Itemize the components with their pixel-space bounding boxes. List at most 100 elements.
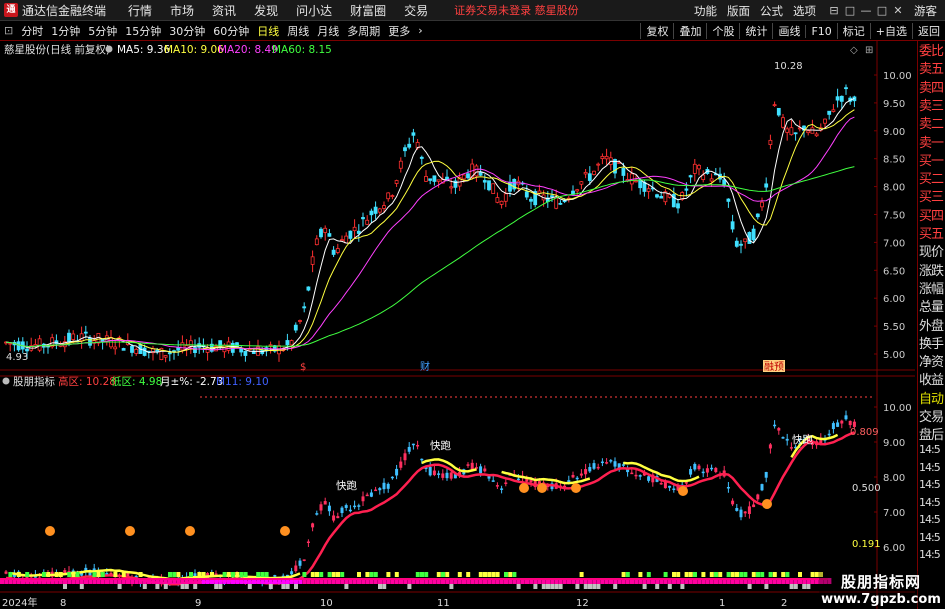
period-more[interactable]: 更多 <box>384 23 414 39</box>
menu-news[interactable]: 资讯 <box>212 2 236 19</box>
side-item[interactable]: 卖四 <box>919 80 945 98</box>
side-item[interactable]: 外盘 <box>919 318 945 336</box>
signal-bar <box>25 572 30 577</box>
ind-candle-body <box>298 560 302 566</box>
user-guest-label[interactable]: 游客 <box>914 3 937 19</box>
marker-margin[interactable]: 融 <box>764 361 774 373</box>
menu-discover[interactable]: 发现 <box>254 2 278 19</box>
side-item[interactable]: 买二 <box>919 171 945 189</box>
side-item[interactable]: 收益 <box>919 372 945 390</box>
menu-market[interactable]: 市场 <box>170 2 194 19</box>
side-item[interactable]: 涨跌 <box>919 263 945 281</box>
side-item[interactable]: 现价 <box>919 244 945 262</box>
side-item[interactable]: 买四 <box>919 208 945 226</box>
menu-options[interactable]: 选项 <box>793 3 816 19</box>
side-item[interactable]: 交易 <box>919 409 945 427</box>
collapse-icon[interactable]: ⊡ <box>0 24 17 37</box>
btn-overlay[interactable]: 叠加 <box>673 23 706 39</box>
window-icon[interactable]: □ <box>842 4 858 17</box>
ind-candle-body <box>630 472 634 475</box>
maximize-icon[interactable]: □ <box>874 4 890 17</box>
close-icon[interactable]: ✕ <box>890 4 906 17</box>
period-30min[interactable]: 30分钟 <box>165 23 209 39</box>
btn-draw[interactable]: 画线 <box>772 23 805 39</box>
signal-bar <box>319 572 324 577</box>
marker-dollar[interactable]: $ <box>300 362 306 373</box>
candle-body <box>596 163 601 166</box>
more-chevron-icon[interactable]: › <box>414 24 426 37</box>
minimize-icon[interactable]: — <box>858 4 874 17</box>
btn-adjust[interactable]: 复权 <box>640 23 673 39</box>
period-multi[interactable]: 多周期 <box>343 23 384 39</box>
btn-add-watch[interactable]: +自选 <box>869 23 912 39</box>
period-1min[interactable]: 1分钟 <box>47 23 84 39</box>
menu-wealth[interactable]: 财富圈 <box>350 2 386 19</box>
side-item[interactable]: 卖一 <box>919 135 945 153</box>
layout-icon[interactable]: ⊟ <box>826 4 842 17</box>
menu-function[interactable]: 功能 <box>694 3 717 19</box>
period-weekly[interactable]: 周线 <box>283 23 313 39</box>
btn-stock[interactable]: 个股 <box>706 23 739 39</box>
period-5min[interactable]: 5分钟 <box>84 23 121 39</box>
signal-bar <box>495 572 500 577</box>
watermark-url: www.7gpzb.com <box>821 592 941 607</box>
indicator-settings-icon[interactable] <box>2 377 10 385</box>
side-item[interactable]: 买五 <box>919 226 945 244</box>
menu-quotes[interactable]: 行情 <box>128 2 152 19</box>
diamond-icon[interactable]: ◇ <box>850 45 858 56</box>
signal-bar <box>541 584 546 589</box>
period-15min[interactable]: 15分钟 <box>121 23 165 39</box>
candle-body <box>583 171 588 175</box>
side-item[interactable]: 买三 <box>919 189 945 207</box>
signal-bar <box>71 572 76 577</box>
btn-f10[interactable]: F10 <box>805 24 836 38</box>
side-item[interactable]: 涨幅 <box>919 281 945 299</box>
side-item[interactable]: 卖二 <box>919 116 945 134</box>
btn-stats[interactable]: 统计 <box>739 23 772 39</box>
side-item[interactable]: 买一 <box>919 153 945 171</box>
btn-mark[interactable]: 标记 <box>836 23 870 39</box>
btn-back[interactable]: 返回 <box>912 23 945 39</box>
menu-trade[interactable]: 交易 <box>404 2 428 19</box>
signal-bar <box>478 572 483 577</box>
side-item[interactable]: 卖三 <box>919 98 945 116</box>
signal-bar <box>550 584 555 589</box>
candle-body <box>8 342 13 345</box>
ind-candle-body <box>365 494 369 497</box>
signal-bar <box>184 584 189 589</box>
signal-bar <box>424 572 429 577</box>
period-monthly[interactable]: 月线 <box>313 23 343 39</box>
signal-bar <box>201 572 206 577</box>
settings-icon[interactable] <box>105 45 113 53</box>
side-item[interactable]: 换手 <box>919 336 945 354</box>
side-item[interactable]: 净资 <box>919 354 945 372</box>
candle-body <box>709 178 714 182</box>
period-intraday[interactable]: 分时 <box>17 23 47 39</box>
ratio-0809: 0.809 <box>850 427 879 438</box>
login-status-message[interactable]: 证券交易未登录 慈星股份 <box>454 2 579 18</box>
signal-bar <box>726 572 731 577</box>
period-60min[interactable]: 60分钟 <box>209 23 253 39</box>
period-daily[interactable]: 日线 <box>253 23 283 39</box>
menu-layout[interactable]: 版面 <box>727 3 750 19</box>
side-item[interactable]: 委比 <box>919 43 945 61</box>
menu-formula[interactable]: 公式 <box>760 3 783 19</box>
side-item[interactable]: 卖五 <box>919 61 945 79</box>
candle-body <box>550 195 554 198</box>
kline-chart-svg[interactable]: 慈星股份(日线 前复权) MA5: 9.36 MA10: 9.06 MA20: … <box>0 41 915 609</box>
menu-ask[interactable]: 问小达 <box>296 2 332 19</box>
signal-bar <box>226 572 231 577</box>
ind-candle-body <box>294 565 298 572</box>
marker-forecast[interactable]: 预 <box>774 361 784 373</box>
side-item[interactable]: 总量 <box>919 299 945 317</box>
signal-bar <box>281 584 286 589</box>
low-price-label: 4.93 <box>6 352 28 363</box>
marker-finance[interactable]: 财 <box>420 360 430 373</box>
candle-body <box>730 221 735 230</box>
candle-body <box>356 230 361 234</box>
zoom-icon[interactable]: ⊞ <box>865 45 873 56</box>
quote-side-panel: 委比 卖五 卖四 卖三 卖二 卖一 买一 买二 买三 买四 买五 现价 涨跌 涨幅 总量 外盘 换手 净资 收益 自动… <box>917 41 945 609</box>
watermark-title: 股朋指标网 <box>840 573 921 591</box>
chart-area[interactable]: 慈星股份(日线 前复权) MA5: 9.36 MA10: 9.06 MA20: … <box>0 41 915 609</box>
side-item[interactable]: 自动 <box>919 391 945 409</box>
